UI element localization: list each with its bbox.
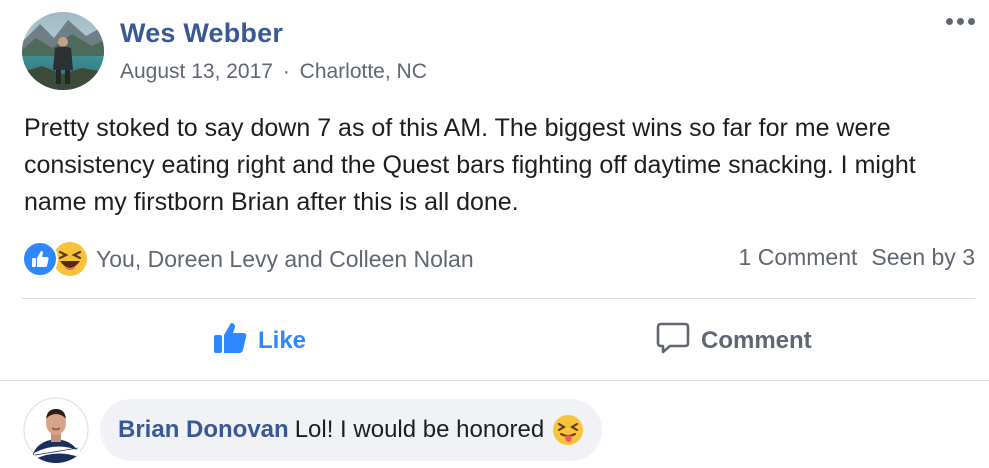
comment-bubble: Brian Donovan Lol! I would be honored [100, 399, 603, 461]
like-button[interactable]: Like [212, 318, 306, 364]
reactions-summary[interactable]: You, Doreen Levy and Colleen Nolan [22, 240, 474, 278]
comment-text: Lol! I would be honored [294, 416, 545, 443]
comments-count-link[interactable]: 1 Comment [739, 244, 858, 271]
commenter-avatar[interactable] [22, 397, 90, 463]
post-counts: 1 Comment Seen by 3 [739, 244, 975, 271]
post-author-name[interactable]: Wes Webber [120, 18, 283, 49]
comment-author-name[interactable]: Brian Donovan [118, 416, 289, 444]
comment-label: Comment [701, 327, 812, 354]
reaction-names[interactable]: You, Doreen Levy and Colleen Nolan [96, 246, 474, 273]
more-dot-icon [968, 18, 975, 25]
post-date[interactable]: August 13, 2017 [120, 60, 273, 83]
squinting-tongue-emoji-icon [552, 414, 584, 446]
thumbs-up-icon [212, 320, 248, 363]
seen-by-link[interactable]: Seen by 3 [871, 244, 975, 271]
like-reaction-icon [22, 241, 58, 277]
post-meta: August 13, 2017 · Charlotte, NC [120, 60, 427, 84]
author-avatar[interactable] [22, 12, 104, 90]
divider [22, 298, 975, 299]
more-options-button[interactable] [942, 14, 979, 29]
comment-button[interactable]: Comment [655, 318, 812, 364]
more-dot-icon [957, 18, 964, 25]
meta-separator: · [282, 60, 290, 83]
more-dot-icon [946, 18, 953, 25]
feed-post: Wes Webber August 13, 2017 · Charlotte, … [0, 0, 989, 468]
post-location[interactable]: Charlotte, NC [300, 60, 427, 83]
like-label: Like [258, 327, 307, 354]
comment-bubble-icon [655, 320, 691, 363]
divider [0, 380, 989, 381]
post-text: Pretty stoked to say down 7 as of this A… [24, 114, 916, 216]
